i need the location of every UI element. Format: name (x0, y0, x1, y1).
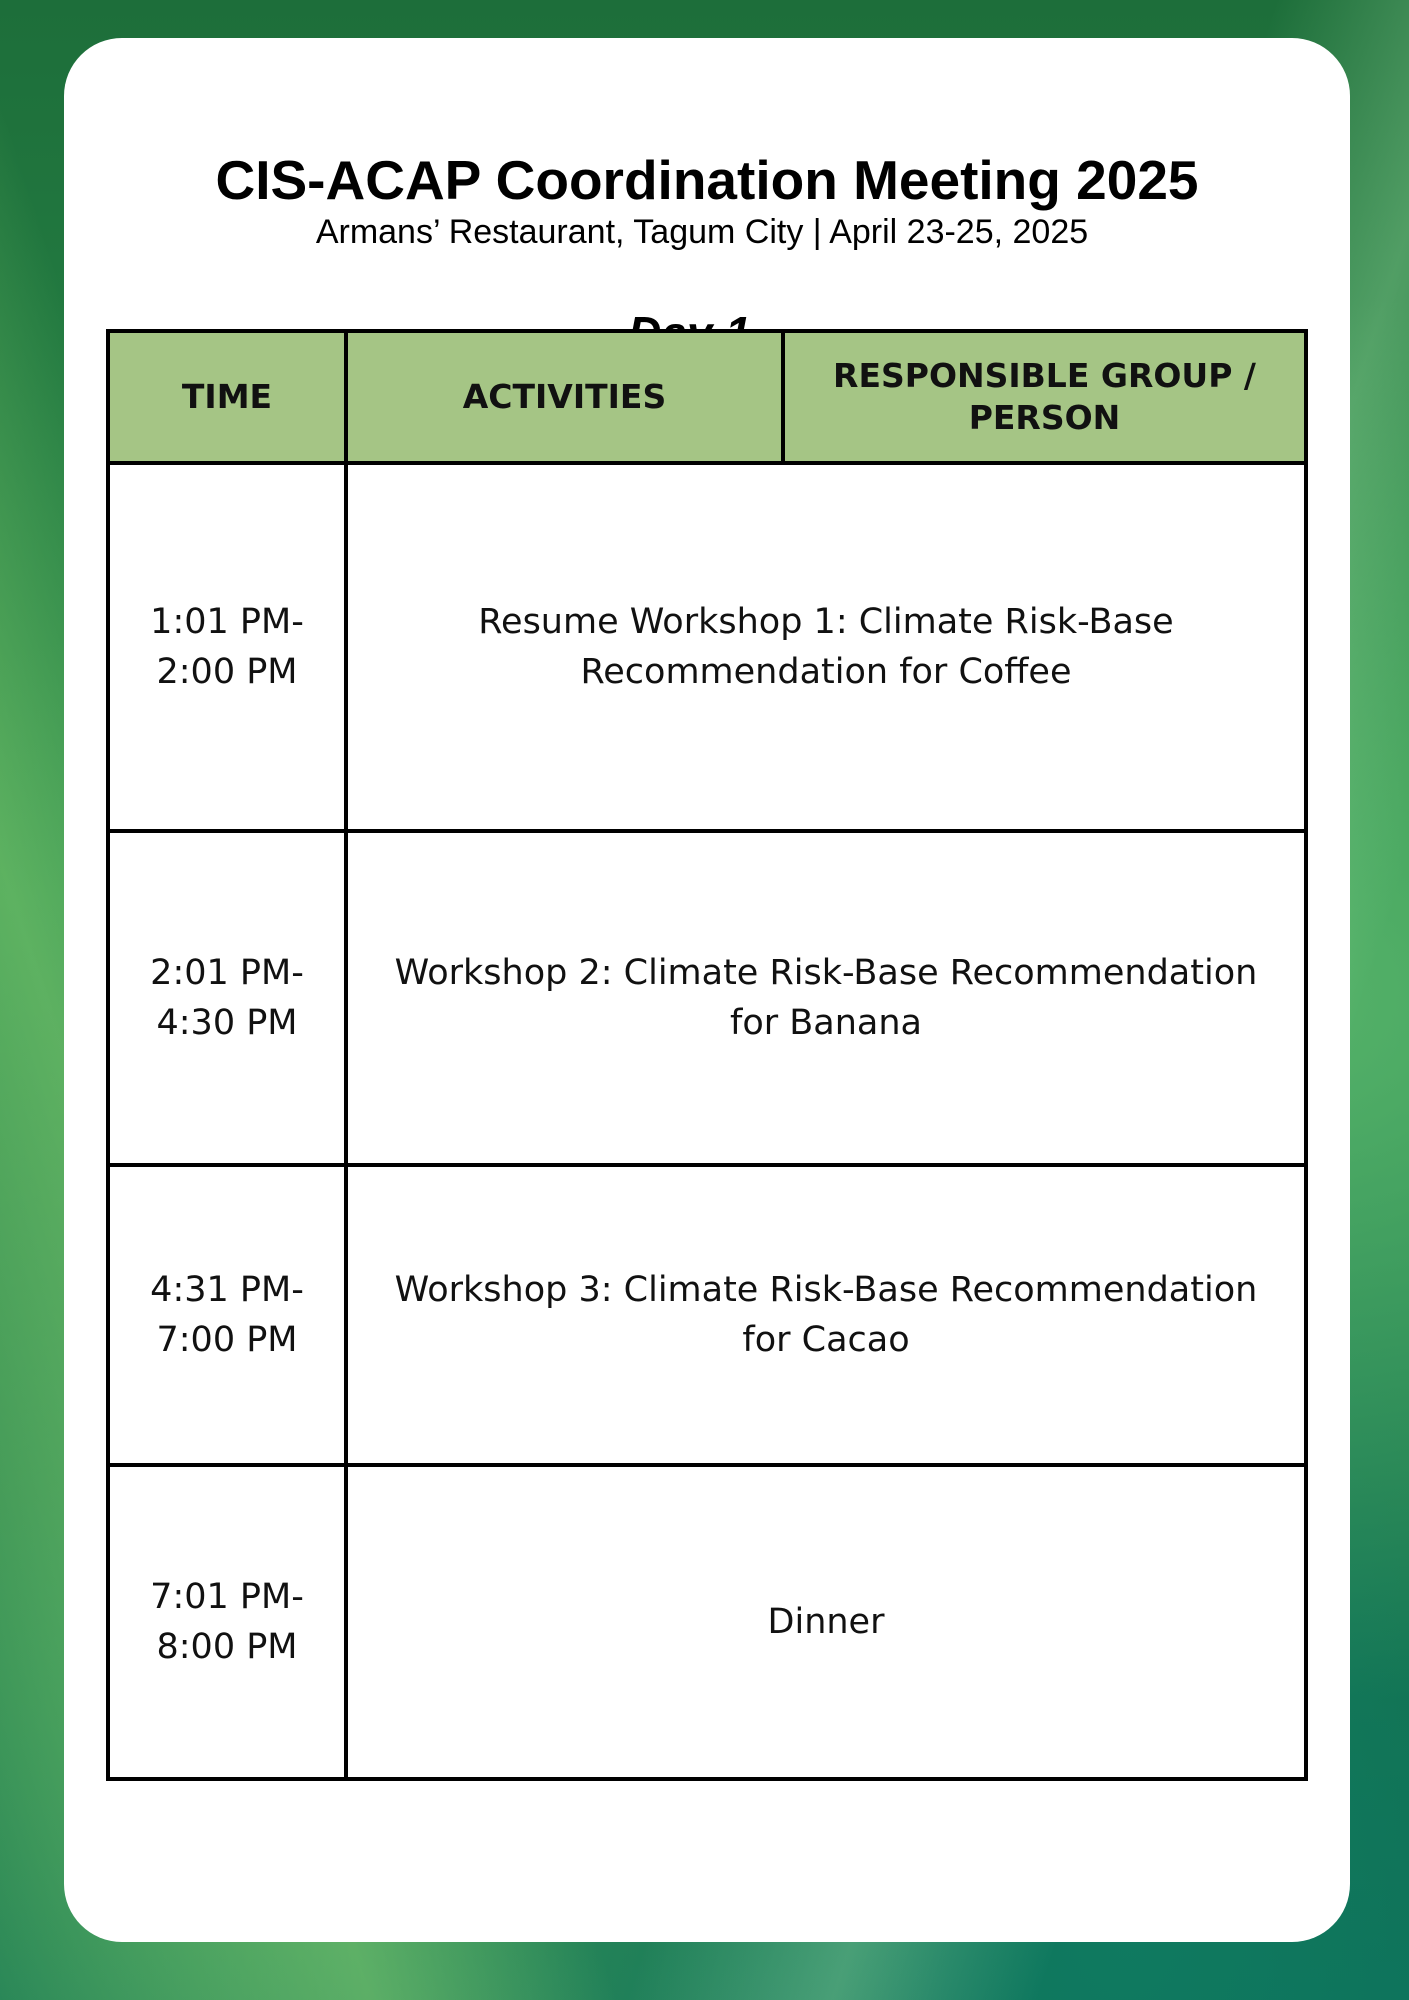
column-header-time: TIME (106, 329, 348, 465)
column-header-responsible: RESPONSIBLE GROUP / PERSON (781, 329, 1308, 465)
activity-cell: Dinner (344, 1463, 1308, 1781)
table-row: 2:01 PM- 4:30 PM Workshop 2: Climate Ris… (106, 829, 1308, 1167)
schedule-table: TIME ACTIVITIES RESPONSIBLE GROUP / PERS… (106, 329, 1308, 1781)
table-header-row: TIME ACTIVITIES RESPONSIBLE GROUP / PERS… (106, 329, 1308, 465)
activity-cell: Workshop 3: Climate Risk-Base Recommenda… (344, 1163, 1308, 1467)
time-cell: 2:01 PM- 4:30 PM (106, 829, 348, 1167)
table-row: 4:31 PM- 7:00 PM Workshop 3: Climate Ris… (106, 1163, 1308, 1467)
time-cell: 4:31 PM- 7:00 PM (106, 1163, 348, 1467)
venue-date-subtitle: Armans’ Restaurant, Tagum City | April 2… (315, 213, 1089, 251)
table-row: 7:01 PM- 8:00 PM Dinner (106, 1463, 1308, 1781)
time-cell: 1:01 PM- 2:00 PM (106, 461, 348, 833)
page-title: CIS-ACAP Coordination Meeting 2025 (215, 149, 1199, 211)
column-header-activities: ACTIVITIES (344, 329, 785, 465)
activity-cell: Workshop 2: Climate Risk-Base Recommenda… (344, 829, 1308, 1167)
time-cell: 7:01 PM- 8:00 PM (106, 1463, 348, 1781)
activity-cell: Resume Workshop 1: Climate Risk-Base Rec… (344, 461, 1308, 833)
table-row: 1:01 PM- 2:00 PM Resume Workshop 1: Clim… (106, 461, 1308, 833)
